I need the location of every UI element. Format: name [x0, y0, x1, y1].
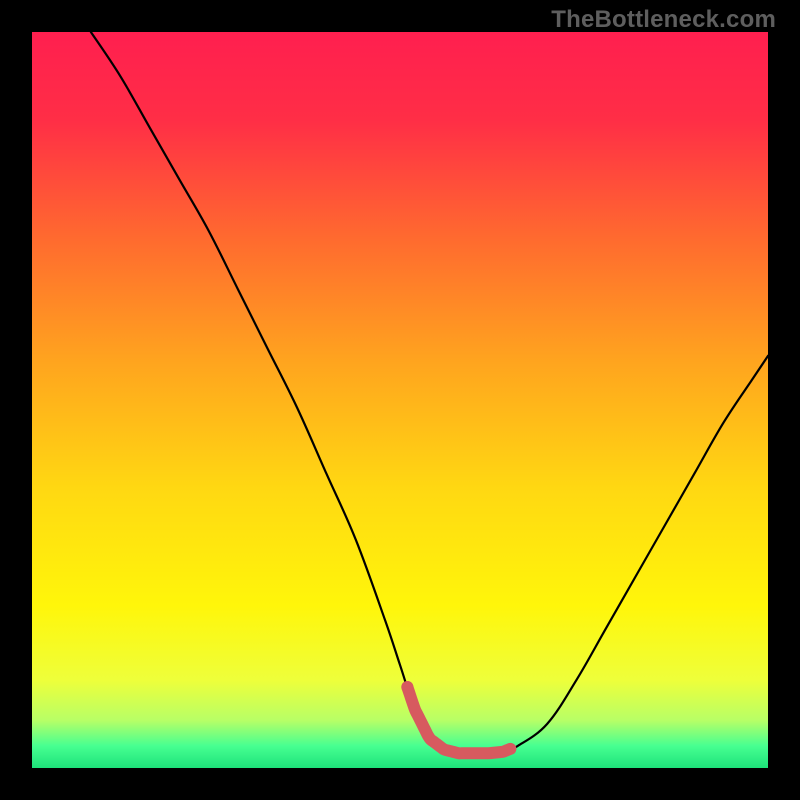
plot-area [32, 32, 768, 768]
highlight-start-dot [401, 681, 413, 693]
bottleneck-chart [32, 32, 768, 768]
gradient-background [32, 32, 768, 768]
watermark-text: TheBottleneck.com [551, 6, 776, 34]
chart-frame: TheBottleneck.com [0, 0, 800, 800]
